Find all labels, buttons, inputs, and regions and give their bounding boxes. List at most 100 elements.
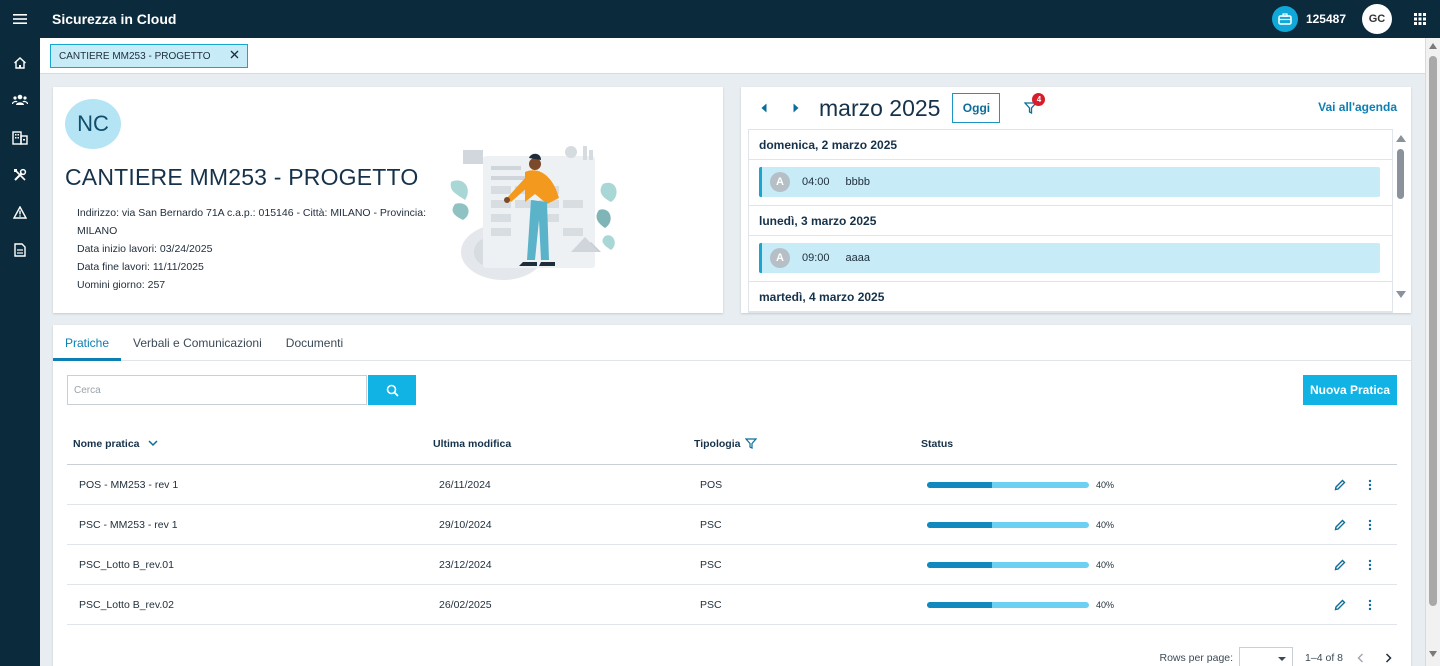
column-status[interactable]: Status [915,438,1295,450]
table-row[interactable]: PSC_Lotto B_rev.02 26/02/2025 PSC 40% [67,585,1397,625]
event-title: bbbb [845,176,871,188]
site-details: Indirizzo: via San Bernardo 71A c.a.p.: … [77,204,437,294]
row-name: PSC_Lotto B_rev.02 [79,598,174,611]
top-bar: Sicurezza in Cloud 125487 GC [0,0,1440,38]
scroll-down-icon[interactable] [1429,651,1437,657]
more-vertical-icon [1368,479,1372,490]
prev-page-button[interactable] [1349,647,1371,666]
site-title: CANTIERE MM253 - PROGETTO [65,164,419,190]
pratiche-card: Pratiche Verbali e Comunicazioni Documen… [53,325,1411,666]
app-title: Sicurezza in Cloud [52,11,177,27]
document-icon [14,243,26,257]
project-tab[interactable]: CANTIERE MM253 - PROGETTO [50,44,248,68]
more-button[interactable] [1359,594,1381,616]
edit-button[interactable] [1329,514,1351,536]
column-name[interactable]: Nome pratica [67,438,427,450]
company-switch-button[interactable] [1271,6,1298,32]
close-icon[interactable] [230,50,239,62]
project-tab-strip: CANTIERE MM253 - PROGETTO [40,38,1425,74]
pencil-icon [1334,599,1346,610]
column-type[interactable]: Tipologia [688,438,915,450]
progress-label: 40% [1096,599,1115,610]
row-status: 40% [915,480,1295,490]
table-row[interactable]: PSC - MM253 - rev 1 29/10/2024 PSC 40% [67,505,1397,545]
search-button[interactable] [368,375,416,405]
agenda-event[interactable]: A 04:00 bbbb [759,167,1380,197]
worker-illustration [450,146,617,280]
row-modified: 26/11/2024 [439,478,491,491]
new-pratica-button[interactable]: Nuova Pratica [1303,375,1397,405]
sidebar-item-documents[interactable] [0,232,40,270]
row-modified: 26/02/2025 [439,598,492,611]
chevron-left-icon [1356,653,1363,663]
today-button[interactable]: Oggi [952,93,1001,123]
event-title: aaaa [845,252,871,264]
event-time: 04:00 [802,176,830,188]
progress-fill [927,601,992,608]
pratiche-table: Nome pratica Ultima modifica Tipologia S… [67,423,1397,625]
sidebar-item-buildings[interactable] [0,119,40,157]
table-header: Nome pratica Ultima modifica Tipologia S… [67,423,1397,465]
home-icon [14,56,26,69]
tab-pratiche[interactable]: Pratiche [53,325,122,361]
row-modified: 23/12/2024 [439,558,492,571]
sidebar-item-warning[interactable] [0,194,40,232]
day-header: domenica, 2 marzo 2025 [749,130,1392,160]
site-address: Indirizzo: via San Bernardo 71A c.a.p.: … [77,207,427,237]
sidebar-item-tools[interactable] [0,157,40,195]
sidebar-item-users[interactable] [0,82,40,120]
event-row: A 09:00 aaaa [749,236,1392,282]
scroll-up-icon[interactable] [1396,135,1406,142]
table-row[interactable]: POS - MM253 - rev 1 26/11/2024 POS 40% [67,465,1397,505]
scroll-up-icon[interactable] [1429,43,1437,49]
more-button[interactable] [1359,554,1381,576]
chevron-down-icon [148,440,158,447]
search-input[interactable]: Cerca [67,375,367,405]
edit-button[interactable] [1329,594,1351,616]
calendar-header: marzo 2025 Oggi 4 [741,87,1411,129]
scroll-thumb[interactable] [1429,56,1437,606]
warning-icon [13,206,27,219]
row-status: 40% [915,520,1295,530]
scroll-thumb[interactable] [1397,149,1404,199]
progress-bar [927,561,1089,568]
row-status: 40% [915,560,1295,570]
progress-label: 40% [1096,559,1115,570]
progress-label: 40% [1096,519,1115,530]
more-button[interactable] [1359,514,1381,536]
grid-icon [1414,13,1426,25]
pencil-icon [1334,479,1346,490]
edit-button[interactable] [1329,474,1351,496]
column-name-label: Nome pratica [73,437,140,450]
scroll-down-icon[interactable] [1396,291,1406,298]
menu-button[interactable] [0,0,40,38]
event-row: A 04:00 bbbb [749,160,1392,206]
next-page-button[interactable] [1377,647,1399,666]
next-month-button[interactable] [781,93,811,123]
prev-month-button[interactable] [749,93,779,123]
more-button[interactable] [1359,474,1381,496]
tab-documenti[interactable]: Documenti [274,325,355,361]
table-pagination: Rows per page: 1–4 of 8 [1160,643,1400,666]
pencil-icon [1334,519,1346,530]
go-to-agenda-link[interactable]: Vai all'agenda [1318,100,1397,114]
chevron-left-icon [761,103,767,113]
event-avatar: A [770,248,790,268]
edit-button[interactable] [1329,554,1351,576]
calendar-filter-button[interactable]: 4 [1020,93,1046,118]
row-name: POS - MM253 - rev 1 [79,478,179,491]
apps-grid-button[interactable] [1406,0,1434,38]
table-row[interactable]: PSC_Lotto B_rev.01 23/12/2024 PSC 40% [67,545,1397,585]
column-modified[interactable]: Ultima modifica [427,438,688,450]
sidebar-item-home[interactable] [0,44,40,82]
agenda-scrollbar[interactable] [1395,129,1407,313]
pratiche-tabs: Pratiche Verbali e Comunicazioni Documen… [53,325,1411,361]
page-scrollbar[interactable] [1425,38,1440,666]
rows-per-page-select[interactable] [1239,647,1294,666]
row-name: PSC_Lotto B_rev.01 [79,558,174,571]
site-avatar: NC [65,99,121,149]
user-avatar[interactable]: GC [1362,4,1392,34]
tab-verbali[interactable]: Verbali e Comunicazioni [121,325,274,361]
agenda-event[interactable]: A 09:00 aaaa [759,243,1380,273]
more-vertical-icon [1368,519,1372,530]
